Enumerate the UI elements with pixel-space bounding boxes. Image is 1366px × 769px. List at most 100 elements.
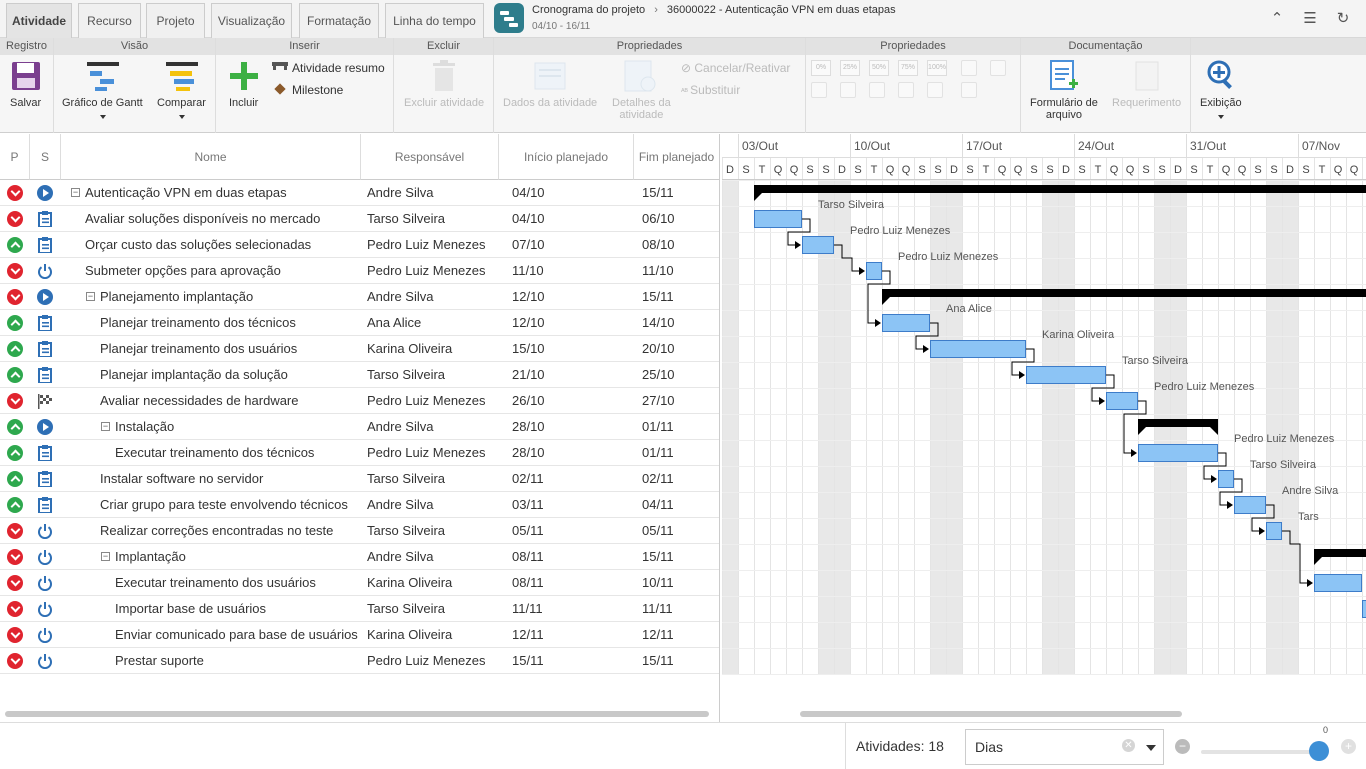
forward-icon[interactable] — [898, 82, 914, 98]
view-dropdown-icon[interactable] — [1218, 115, 1224, 119]
progress-1-button[interactable]: 25% — [840, 60, 860, 76]
activity-details-button[interactable]: Detalhes daatividade — [612, 97, 671, 121]
undo-icon[interactable] — [869, 82, 885, 98]
col-header-name[interactable]: Nome — [61, 134, 361, 180]
progress-0-button[interactable]: 0% — [811, 60, 831, 76]
cancel-reactivate-button[interactable]: ⊘ Cancelar/Reativar — [681, 61, 790, 75]
table-row[interactable]: −Autenticação VPN em duas etapasAndre Si… — [0, 180, 719, 206]
table-row[interactable]: Prestar suportePedro Luiz Menezes15/1115… — [0, 648, 719, 674]
col-header-p[interactable]: P — [0, 134, 30, 180]
replace-button[interactable]: ᴬᴮ Substituir — [681, 83, 740, 97]
collapse-toggle-icon[interactable]: − — [71, 188, 80, 197]
activity-name[interactable]: Planejar implantação da solução — [100, 367, 361, 382]
table-row[interactable]: −ImplantaçãoAndre Silva08/1115/11 — [0, 544, 719, 570]
table-row[interactable]: Avaliar soluções disponíveis no mercadoT… — [0, 206, 719, 232]
table-row[interactable]: Orçar custo das soluções selecionadasPed… — [0, 232, 719, 258]
requirement-button[interactable]: Requerimento — [1112, 97, 1181, 109]
down-icon[interactable] — [927, 82, 943, 98]
activity-name[interactable]: Planejar treinamento dos usuários — [100, 341, 361, 356]
activity-name[interactable]: Importar base de usuários — [115, 601, 361, 616]
col-header-s[interactable]: S — [30, 134, 61, 180]
clipboard-icon[interactable] — [990, 60, 1006, 76]
compare-button[interactable]: Comparar — [157, 97, 206, 109]
table-row[interactable]: Executar treinamento dos técnicosPedro L… — [0, 440, 719, 466]
clear-icon[interactable]: ✕ — [1122, 739, 1135, 752]
table-row[interactable]: Planejar implantação da soluçãoTarso Sil… — [0, 362, 719, 388]
progress-3-button[interactable]: 75% — [898, 60, 918, 76]
table-row[interactable]: Criar grupo para teste envolvendo técnic… — [0, 492, 719, 518]
zoom-view-icon[interactable] — [1206, 60, 1236, 90]
table-row[interactable]: Executar treinamento dos usuáriosKarina … — [0, 570, 719, 596]
tab-projeto[interactable]: Projeto — [146, 3, 205, 38]
zoom-out-icon[interactable]: − — [1175, 739, 1190, 754]
table-row[interactable]: −Planejamento implantaçãoAndre Silva12/1… — [0, 284, 719, 310]
save-button[interactable]: Salvar — [10, 97, 41, 109]
tab-formatação[interactable]: Formatação — [299, 3, 379, 38]
breadcrumb-root[interactable]: Cronograma do projeto — [532, 4, 645, 16]
activity-name[interactable]: Orçar custo das soluções selecionadas — [85, 237, 361, 252]
zoom-slider-track[interactable] — [1201, 750, 1325, 754]
activity-name[interactable]: Implantação — [115, 549, 361, 564]
activity-name[interactable]: Autenticação VPN em duas etapas — [85, 185, 361, 200]
activity-name[interactable]: Planejar treinamento dos técnicos — [100, 315, 361, 330]
view-button[interactable]: Exibição — [1200, 97, 1242, 109]
activity-name[interactable]: Executar treinamento dos técnicos — [115, 445, 361, 460]
play-icon[interactable] — [961, 60, 977, 76]
up-icon[interactable] — [961, 82, 977, 98]
gantt-horizontal-scrollbar[interactable] — [800, 711, 1182, 717]
table-row[interactable]: Submeter opções para aprovaçãoPedro Luiz… — [0, 258, 719, 284]
file-form-icon[interactable] — [1050, 60, 1078, 92]
file-form-button[interactable]: Formulário dearquivo — [1030, 97, 1098, 121]
activity-name[interactable]: Instalação — [115, 419, 361, 434]
activity-name[interactable]: Realizar correções encontradas no teste — [100, 523, 361, 538]
activity-name[interactable]: Submeter opções para aprovação — [85, 263, 361, 278]
activity-name[interactable]: Avaliar soluções disponíveis no mercado — [85, 211, 361, 226]
gantt-dropdown-icon[interactable] — [100, 115, 106, 119]
list-icon[interactable]: ☰ — [1301, 10, 1319, 28]
zoom-slider-handle[interactable] — [1309, 741, 1329, 761]
plus-icon[interactable] — [230, 62, 258, 90]
compare-dropdown-icon[interactable] — [179, 115, 185, 119]
activity-name[interactable]: Executar treinamento dos usuários — [115, 575, 361, 590]
collapse-up-icon[interactable]: ⌃ — [1268, 10, 1286, 28]
table-row[interactable]: Enviar comunicado para base de usuáriosK… — [0, 622, 719, 648]
compare-icon[interactable] — [166, 60, 198, 92]
gantt-view-button[interactable]: Gráfico de Gantt — [62, 97, 143, 109]
collapse-toggle-icon[interactable]: − — [101, 552, 110, 561]
summary-activity-button[interactable]: Atividade resumo — [292, 61, 385, 75]
gantt-chart-icon[interactable] — [87, 60, 119, 92]
activity-name[interactable]: Avaliar necessidades de hardware — [100, 393, 361, 408]
activity-name[interactable]: Enviar comunicado para base de usuários — [115, 627, 361, 642]
col-header-planned-start[interactable]: Início planejado — [499, 134, 634, 180]
progress-4-button[interactable]: 100% — [927, 60, 947, 76]
tab-atividade[interactable]: Atividade — [6, 3, 72, 38]
table-row[interactable]: Realizar correções encontradas no testeT… — [0, 518, 719, 544]
save-icon[interactable] — [11, 61, 41, 91]
table-row[interactable]: Instalar software no servidorTarso Silve… — [0, 466, 719, 492]
include-button[interactable]: Incluir — [229, 97, 258, 109]
tab-visualização[interactable]: Visualização — [211, 3, 292, 38]
link-icon[interactable] — [811, 82, 827, 98]
milestone-button[interactable]: Milestone — [292, 83, 343, 97]
tab-linha-do-tempo[interactable]: Linha do tempo — [385, 3, 484, 38]
collapse-toggle-icon[interactable]: − — [86, 292, 95, 301]
activity-data-button[interactable]: Dados da atividade — [503, 97, 597, 109]
col-header-planned-end[interactable]: Fim planejado — [634, 134, 719, 180]
activity-name[interactable]: Prestar suporte — [115, 653, 361, 668]
chevron-down-icon[interactable] — [1146, 745, 1156, 751]
col-header-responsible[interactable]: Responsável — [361, 134, 499, 180]
table-row[interactable]: Importar base de usuáriosTarso Silveira1… — [0, 596, 719, 622]
refresh-icon[interactable]: ↻ — [1334, 10, 1352, 28]
zoom-in-icon[interactable]: + — [1341, 739, 1356, 754]
collapse-toggle-icon[interactable]: − — [101, 422, 110, 431]
delete-activity-button[interactable]: Excluir atividade — [404, 97, 484, 109]
table-row[interactable]: Planejar treinamento dos técnicosAna Ali… — [0, 310, 719, 336]
link-icon[interactable] — [840, 82, 856, 98]
activity-name[interactable]: Criar grupo para teste envolvendo técnic… — [100, 497, 361, 512]
table-row[interactable]: −InstalaçãoAndre Silva28/1001/11 — [0, 414, 719, 440]
activity-name[interactable]: Instalar software no servidor — [100, 471, 361, 486]
tab-recurso[interactable]: Recurso — [78, 3, 141, 38]
grid-horizontal-scrollbar[interactable] — [5, 711, 709, 717]
table-row[interactable]: Avaliar necessidades de hardwarePedro Lu… — [0, 388, 719, 414]
progress-2-button[interactable]: 50% — [869, 60, 889, 76]
